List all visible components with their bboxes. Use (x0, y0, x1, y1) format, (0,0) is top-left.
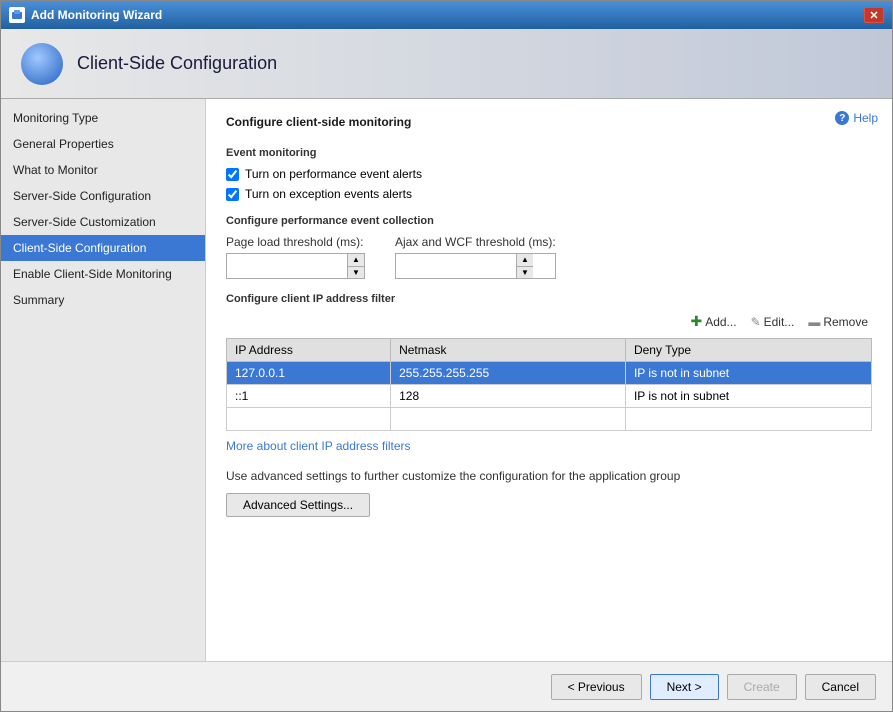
ajax-label: Ajax and WCF threshold (ms): (395, 235, 556, 249)
close-button[interactable]: ✕ (864, 7, 884, 23)
checkbox-row-2: Turn on exception events alerts (226, 187, 872, 201)
sidebar-item-monitoring-type[interactable]: Monitoring Type (1, 105, 205, 131)
edit-icon: ✎ (751, 315, 761, 329)
page-load-spinner: 15000 ▲ ▼ (226, 253, 365, 279)
header: Client-Side Configuration (1, 29, 892, 99)
netmask-cell: 128 (391, 385, 626, 408)
deny-type-cell: IP is not in subnet (625, 385, 871, 408)
ajax-spinner: 5000 ▲ ▼ (395, 253, 556, 279)
col-netmask: Netmask (391, 339, 626, 362)
table-row[interactable]: ::1 128 IP is not in subnet (227, 385, 872, 408)
ip-filter-title: Configure client IP address filter (226, 293, 872, 305)
sidebar: Monitoring Type General Properties What … (1, 99, 206, 661)
create-button[interactable]: Create (727, 674, 797, 700)
ip-filter-section: Configure client IP address filter ✚ Add… (226, 293, 872, 453)
checkbox-performance[interactable] (226, 168, 239, 181)
page-load-label: Page load threshold (ms): (226, 235, 365, 249)
footer: < Previous Next > Create Cancel (1, 661, 892, 711)
page-load-input[interactable]: 15000 (227, 254, 347, 278)
titlebar: Add Monitoring Wizard ✕ (1, 1, 892, 29)
help-label: Help (853, 111, 878, 125)
content-area: ? Help Configure client-side monitoring … (206, 99, 892, 661)
sidebar-item-summary[interactable]: Summary (1, 287, 205, 313)
ajax-group: Ajax and WCF threshold (ms): 5000 ▲ ▼ (395, 235, 556, 279)
sidebar-item-what-to-monitor[interactable]: What to Monitor (1, 157, 205, 183)
sidebar-item-server-side-customization[interactable]: Server-Side Customization (1, 209, 205, 235)
advanced-section: Use advanced settings to further customi… (226, 469, 872, 517)
main-window: Add Monitoring Wizard ✕ Client-Side Conf… (0, 0, 893, 712)
netmask-cell: 255.255.255.255 (391, 362, 626, 385)
titlebar-icon (9, 7, 25, 23)
ip-table: IP Address Netmask Deny Type 127.0.0.1 2… (226, 338, 872, 431)
ajax-input[interactable]: 5000 (396, 254, 516, 278)
header-title: Client-Side Configuration (77, 53, 277, 74)
page-load-group: Page load threshold (ms): 15000 ▲ ▼ (226, 235, 365, 279)
checkbox-exception[interactable] (226, 188, 239, 201)
sidebar-item-general-properties[interactable]: General Properties (1, 131, 205, 157)
event-monitoring-title: Event monitoring (226, 147, 872, 159)
advanced-settings-button[interactable]: Advanced Settings... (226, 493, 370, 517)
col-ip: IP Address (227, 339, 391, 362)
add-label: Add... (705, 315, 736, 329)
ajax-spinner-btns: ▲ ▼ (516, 254, 533, 278)
page-title: Configure client-side monitoring (226, 115, 872, 133)
page-load-up-btn[interactable]: ▲ (348, 254, 364, 266)
page-load-spinner-btns: ▲ ▼ (347, 254, 364, 278)
remove-label: Remove (823, 315, 868, 329)
table-row[interactable]: 127.0.0.1 255.255.255.255 IP is not in s… (227, 362, 872, 385)
remove-icon: ▬ (808, 315, 820, 329)
titlebar-title: Add Monitoring Wizard (31, 8, 864, 22)
next-button[interactable]: Next > (650, 674, 719, 700)
ajax-up-btn[interactable]: ▲ (517, 254, 533, 266)
main-area: Monitoring Type General Properties What … (1, 99, 892, 661)
table-row-empty (227, 408, 872, 431)
deny-type-cell: IP is not in subnet (625, 362, 871, 385)
ajax-down-btn[interactable]: ▼ (517, 266, 533, 278)
page-load-down-btn[interactable]: ▼ (348, 266, 364, 278)
previous-button[interactable]: < Previous (551, 674, 642, 700)
checkbox-performance-label: Turn on performance event alerts (245, 167, 422, 181)
advanced-desc: Use advanced settings to further customi… (226, 469, 872, 483)
sidebar-item-server-side-configuration[interactable]: Server-Side Configuration (1, 183, 205, 209)
edit-button[interactable]: ✎ Edit... (747, 311, 799, 332)
add-icon: ✚ (690, 313, 702, 330)
sidebar-item-client-side-configuration[interactable]: Client-Side Configuration (1, 235, 205, 261)
header-icon (21, 43, 63, 85)
ip-cell: ::1 (227, 385, 391, 408)
sidebar-item-enable-client-side-monitoring[interactable]: Enable Client-Side Monitoring (1, 261, 205, 287)
add-button[interactable]: ✚ Add... (686, 311, 740, 332)
checkbox-exception-label: Turn on exception events alerts (245, 187, 412, 201)
performance-collection-title: Configure performance event collection (226, 215, 872, 227)
col-deny-type: Deny Type (625, 339, 871, 362)
help-icon: ? (835, 111, 849, 125)
ip-cell: 127.0.0.1 (227, 362, 391, 385)
more-about-filters-link[interactable]: More about client IP address filters (226, 439, 411, 453)
help-link[interactable]: ? Help (835, 111, 878, 125)
checkbox-row-1: Turn on performance event alerts (226, 167, 872, 181)
remove-button[interactable]: ▬ Remove (804, 311, 872, 332)
ip-toolbar: ✚ Add... ✎ Edit... ▬ Remove (226, 311, 872, 332)
edit-label: Edit... (764, 315, 795, 329)
form-row: Page load threshold (ms): 15000 ▲ ▼ Ajax… (226, 235, 872, 279)
cancel-button[interactable]: Cancel (805, 674, 876, 700)
